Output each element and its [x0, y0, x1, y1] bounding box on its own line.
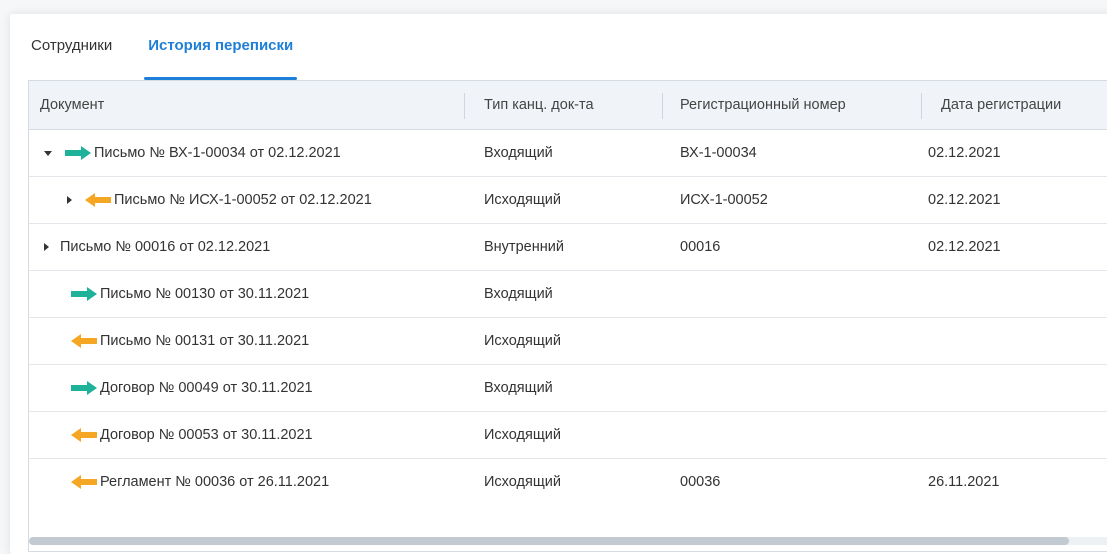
document-cell[interactable]: Письмо № ИСХ-1-00052 от 02.12.2021 [67, 177, 372, 223]
document-type-cell: Исходящий [484, 192, 561, 208]
column-divider[interactable] [921, 93, 922, 119]
document-type-cell: Внутренний [484, 239, 564, 255]
document-title[interactable]: Договор № 00053 от 30.11.2021 [100, 412, 313, 458]
outgoing-arrow-icon [69, 427, 100, 443]
document-title[interactable]: Письмо № ВХ-1-00034 от 02.12.2021 [94, 130, 341, 176]
correspondence-table: Документ Тип канц. док-та Регистрационны… [28, 80, 1107, 552]
table-row[interactable]: Письмо № 00130 от 30.11.2021 Входящий [29, 271, 1107, 318]
column-divider[interactable] [464, 93, 465, 119]
document-cell[interactable]: Договор № 00053 от 30.11.2021 [69, 412, 313, 458]
reg-number-cell: 00016 [680, 239, 721, 255]
table-row[interactable]: Письмо № 00016 от 02.12.2021 Внутренний 00… [29, 224, 1107, 271]
document-type-cell: Исходящий [484, 474, 561, 490]
document-cell[interactable]: Письмо № 00130 от 30.11.2021 [69, 271, 309, 317]
table-row[interactable]: Договор № 00053 от 30.11.2021 Исходящий [29, 412, 1107, 459]
document-cell[interactable]: Письмо № 00016 от 02.12.2021 [44, 224, 270, 270]
document-title[interactable]: Письмо № 00131 от 30.11.2021 [100, 318, 309, 364]
table-row[interactable]: Письмо № ВХ-1-00034 от 02.12.2021 Входящи… [29, 130, 1107, 177]
document-title[interactable]: Письмо № 00130 от 30.11.2021 [100, 271, 309, 317]
reg-date-cell: 02.12.2021 [928, 192, 1001, 208]
document-type-cell: Входящий [484, 380, 553, 396]
document-cell[interactable]: Регламент № 00036 от 26.11.2021 [69, 459, 329, 505]
column-header-reg-number[interactable]: Регистрационный номер [680, 81, 846, 129]
incoming-arrow-icon [63, 145, 94, 161]
reg-number-cell: ИСХ-1-00052 [680, 192, 768, 208]
horizontal-scrollbar[interactable] [29, 537, 1107, 545]
document-type-cell: Исходящий [484, 333, 561, 349]
outgoing-arrow-icon [83, 192, 114, 208]
document-cell[interactable]: Письмо № ВХ-1-00034 от 02.12.2021 [44, 130, 341, 176]
incoming-arrow-icon [69, 286, 100, 302]
tab-correspondence-history[interactable]: История переписки [144, 36, 298, 80]
tab-employees[interactable]: Сотрудники [31, 36, 112, 80]
document-title[interactable]: Письмо № 00016 от 02.12.2021 [60, 224, 270, 270]
expand-caret-icon[interactable] [44, 243, 49, 251]
reg-number-cell: ВХ-1-00034 [680, 145, 757, 161]
document-title[interactable]: Регламент № 00036 от 26.11.2021 [100, 459, 329, 505]
document-cell[interactable]: Договор № 00049 от 30.11.2021 [69, 365, 313, 411]
table-body: Письмо № ВХ-1-00034 от 02.12.2021 Входящи… [29, 130, 1107, 505]
correspondence-panel: Сотрудники История переписки Документ Ти… [10, 14, 1107, 554]
table-row[interactable]: Регламент № 00036 от 26.11.2021 Исходящий… [29, 459, 1107, 505]
outgoing-arrow-icon [69, 333, 100, 349]
table-row[interactable]: Договор № 00049 от 30.11.2021 Входящий [29, 365, 1107, 412]
reg-date-cell: 02.12.2021 [928, 145, 1001, 161]
outgoing-arrow-icon [69, 474, 100, 490]
column-header-type[interactable]: Тип канц. док-та [484, 81, 594, 129]
document-title[interactable]: Договор № 00049 от 30.11.2021 [100, 365, 313, 411]
reg-date-cell: 02.12.2021 [928, 239, 1001, 255]
tab-bar: Сотрудники История переписки [31, 36, 298, 80]
reg-date-cell: 26.11.2021 [928, 474, 1000, 490]
document-cell[interactable]: Письмо № 00131 от 30.11.2021 [69, 318, 309, 364]
table-row[interactable]: Письмо № ИСХ-1-00052 от 02.12.2021 Исходя… [29, 177, 1107, 224]
column-header-document[interactable]: Документ [40, 81, 104, 129]
column-header-reg-date[interactable]: Дата регистрации [941, 81, 1061, 129]
reg-number-cell: 00036 [680, 474, 721, 490]
table-row[interactable]: Письмо № 00131 от 30.11.2021 Исходящий [29, 318, 1107, 365]
document-type-cell: Исходящий [484, 427, 561, 443]
document-title[interactable]: Письмо № ИСХ-1-00052 от 02.12.2021 [114, 177, 372, 223]
column-divider[interactable] [662, 93, 663, 119]
incoming-arrow-icon [69, 380, 100, 396]
table-header: Документ Тип канц. док-та Регистрационны… [29, 81, 1107, 130]
expand-caret-icon[interactable] [67, 196, 72, 204]
document-type-cell: Входящий [484, 145, 553, 161]
scrollbar-thumb[interactable] [29, 537, 1069, 545]
collapse-caret-icon[interactable] [44, 150, 52, 156]
document-type-cell: Входящий [484, 286, 553, 302]
